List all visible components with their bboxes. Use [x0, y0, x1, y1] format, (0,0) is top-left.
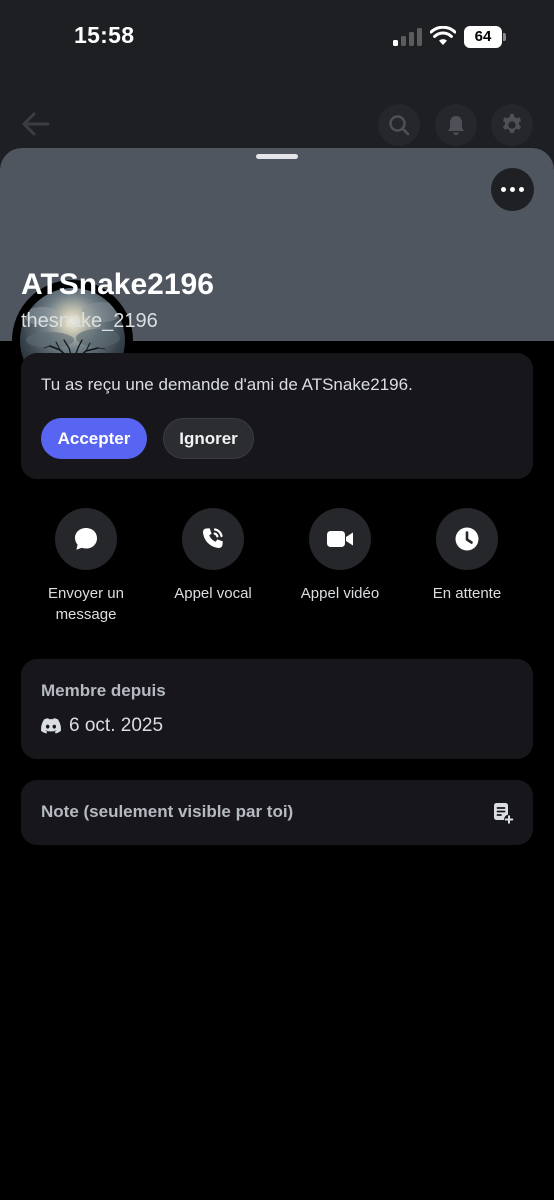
pending-label: En attente	[432, 585, 502, 602]
video-call-button[interactable]	[309, 508, 371, 570]
member-since-row: 6 oct. 2025	[41, 714, 163, 738]
clock-icon	[455, 527, 479, 551]
member-since-date: 6 oct. 2025	[69, 715, 164, 736]
wifi-icon	[430, 26, 456, 45]
voice-call-action[interactable]: Appel vocal	[153, 508, 273, 604]
search-icon	[389, 115, 410, 136]
battery-icon: 64	[464, 26, 506, 48]
battery-level: 64	[464, 26, 502, 48]
more-horizontal-icon	[501, 187, 506, 192]
friend-request-card: Tu as reçu une demande d'ami de ATSnake2…	[21, 353, 533, 479]
username[interactable]: thesnake_2196	[21, 310, 158, 333]
voice-call-button[interactable]	[182, 508, 244, 570]
member-since-card: Membre depuis 6 oct. 2025	[21, 659, 533, 759]
voice-call-label: Appel vocal	[174, 585, 252, 602]
profile-screen: 15:58 64 ATSnake2196 thesnake_2196 Tu as…	[0, 0, 554, 1200]
search-button[interactable]	[378, 104, 420, 146]
back-arrow-icon[interactable]	[18, 106, 54, 142]
send-message-label: Envoyer un message	[48, 585, 124, 623]
member-since-title: Membre depuis	[41, 681, 166, 700]
sheet-grabber[interactable]	[256, 154, 298, 159]
bell-icon	[448, 116, 464, 135]
phone-call-icon	[202, 528, 223, 549]
video-camera-icon	[327, 531, 353, 547]
more-options-button[interactable]	[491, 168, 534, 211]
video-call-label: Appel vidéo	[300, 585, 380, 602]
pending-button[interactable]	[436, 508, 498, 570]
accept-button[interactable]: Accepter	[41, 418, 147, 459]
send-message-button[interactable]	[55, 508, 117, 570]
message-icon	[75, 528, 97, 550]
note-field[interactable]: Note (seulement visible par toi)	[21, 780, 533, 845]
note-placeholder: Note (seulement visible par toi)	[41, 802, 294, 821]
discord-logo-icon	[41, 718, 61, 734]
send-message-action[interactable]: Envoyer un message	[26, 508, 146, 625]
signal-icon	[393, 28, 423, 46]
status-time: 15:58	[74, 22, 135, 48]
gear-icon	[502, 114, 522, 133]
ignore-button[interactable]: Ignorer	[163, 418, 254, 459]
note-add-icon[interactable]	[491, 801, 515, 825]
settings-button[interactable]	[491, 104, 533, 146]
video-call-action[interactable]: Appel vidéo	[280, 508, 400, 604]
friend-request-message: Tu as reçu une demande d'ami de ATSnake2…	[41, 375, 413, 394]
display-name: ATSnake2196	[21, 268, 214, 301]
pending-action[interactable]: En attente	[407, 508, 527, 604]
notifications-button[interactable]	[435, 104, 477, 146]
